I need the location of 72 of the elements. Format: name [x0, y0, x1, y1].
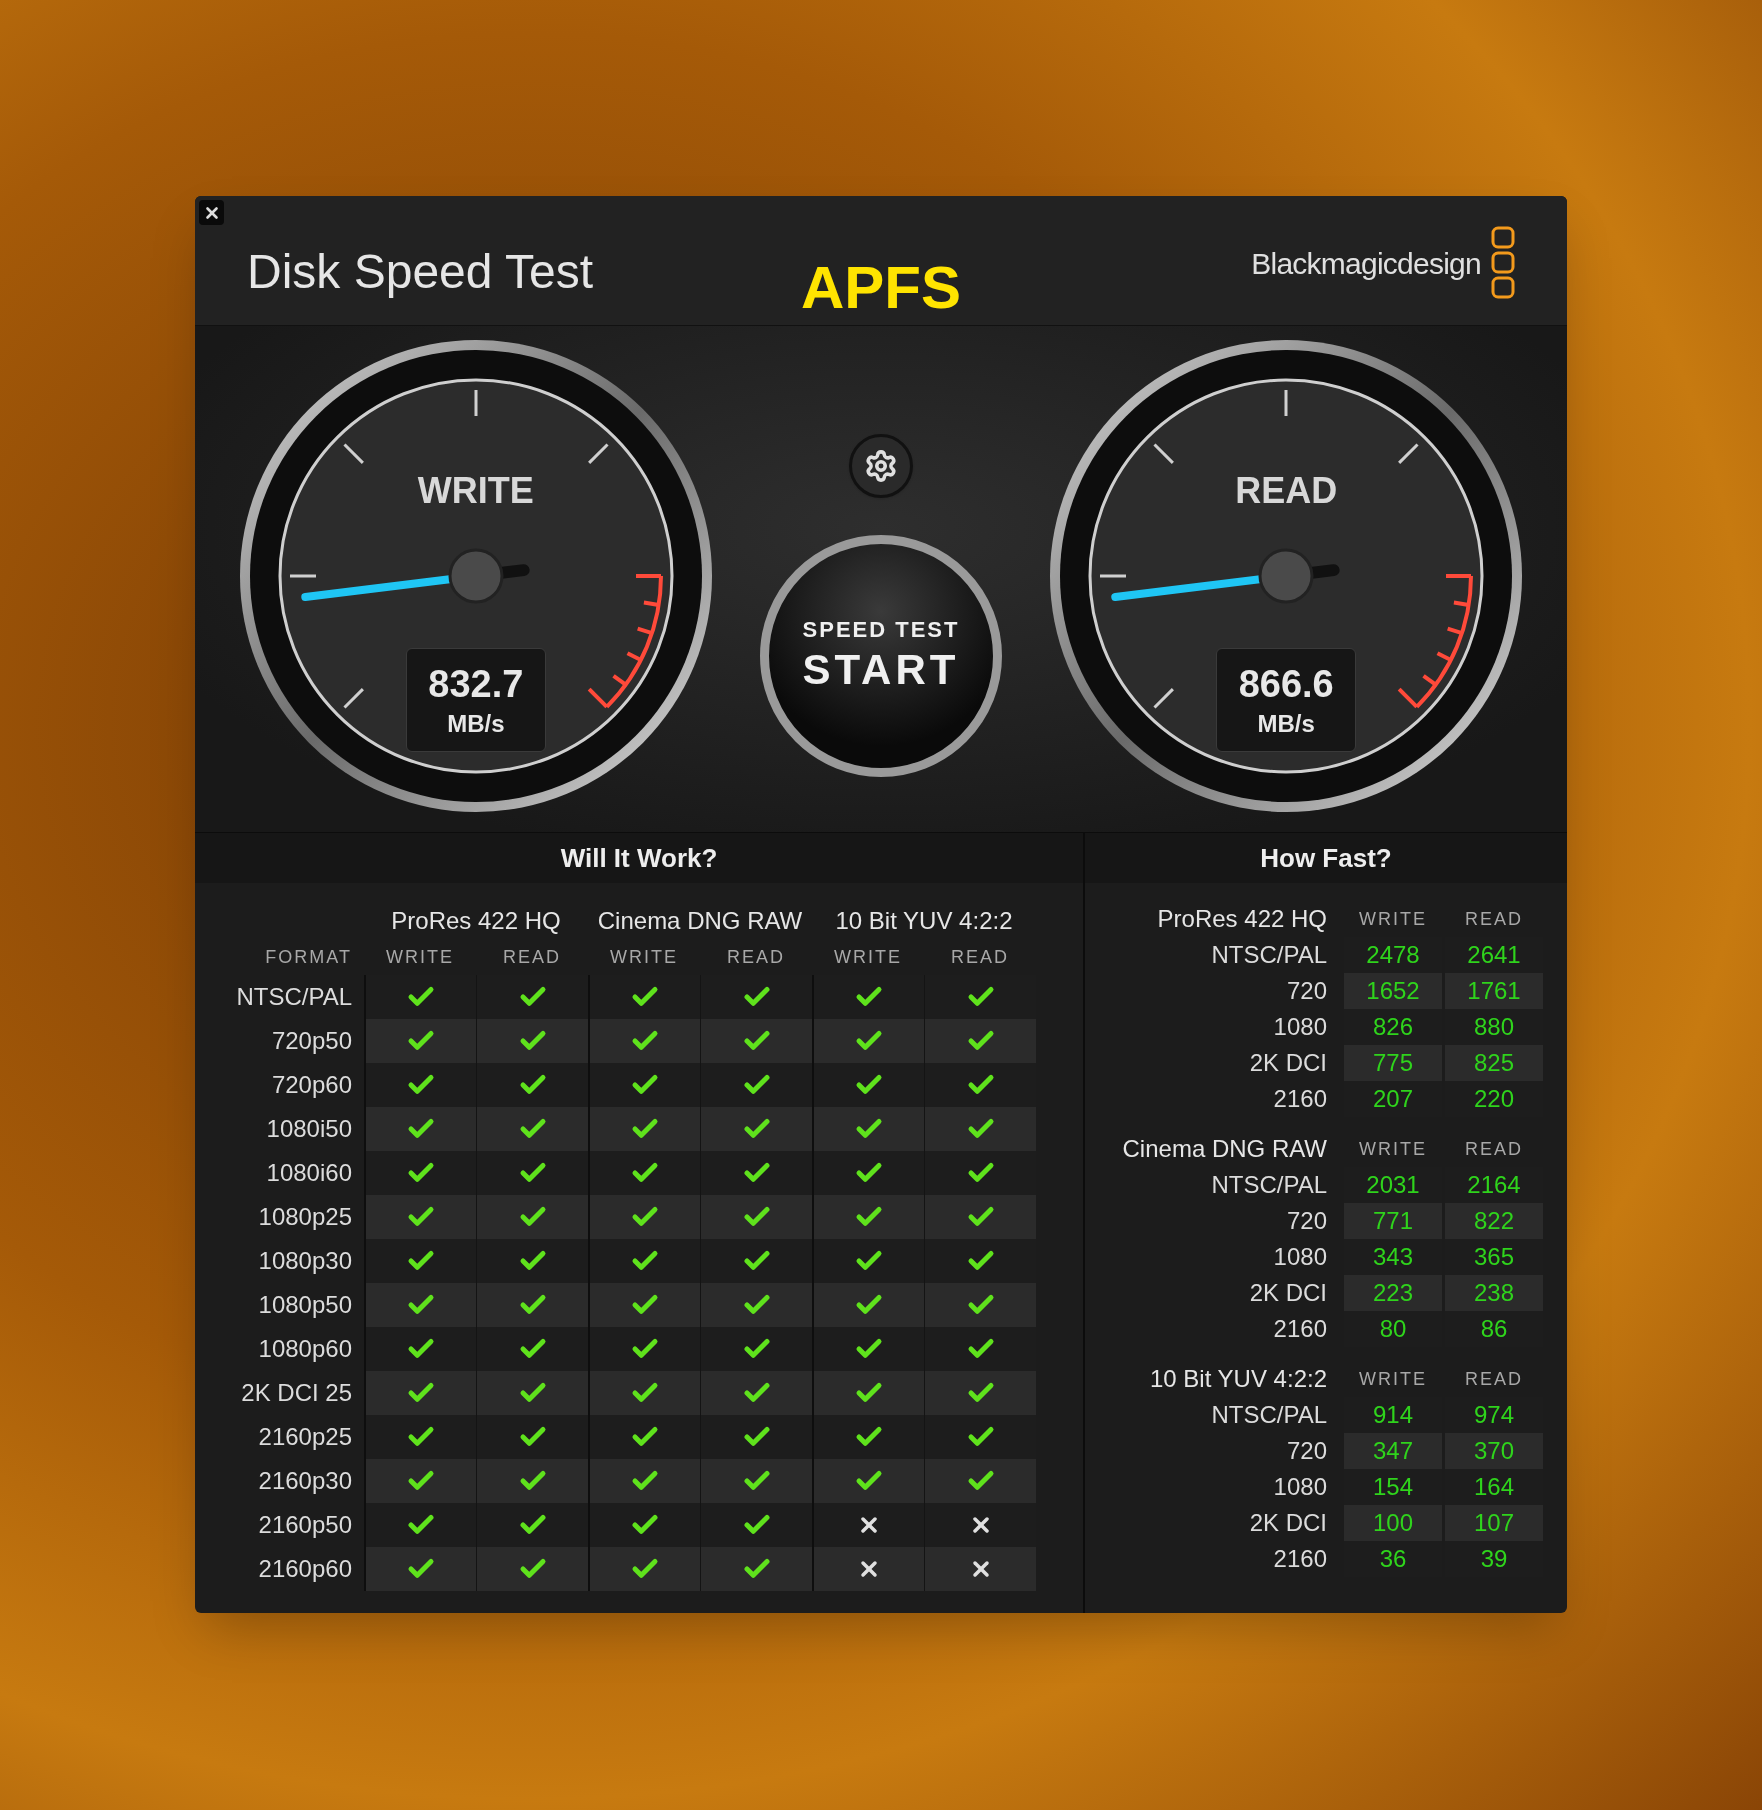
speed-cell: 1761 [1445, 973, 1543, 1009]
format-label: NTSC/PAL [1211, 940, 1327, 970]
speed-cell: 825 [1445, 1045, 1543, 1081]
group-title: 10 Bit YUV 4:2:2 [1150, 1364, 1327, 1394]
format-label: 1080p25 [258, 1202, 352, 1232]
format-label: 720 [1286, 1206, 1327, 1236]
app-title: Disk Speed Test [247, 244, 593, 300]
format-label: 1080 [1273, 1242, 1327, 1272]
format-label: 1080 [1273, 1012, 1327, 1042]
speed-cell: 238 [1445, 1275, 1543, 1311]
format-label: 2160p25 [258, 1422, 352, 1452]
column-header: READ [503, 945, 561, 969]
format-label: 720p60 [271, 1070, 352, 1100]
column-header: WRITE [1359, 907, 1427, 931]
column-header: WRITE [386, 945, 454, 969]
speed-cell: 771 [1344, 1203, 1442, 1239]
format-label: 2160 [1273, 1084, 1327, 1114]
format-label: 2160 [1273, 1314, 1327, 1344]
format-label: NTSC/PAL [236, 982, 352, 1012]
format-label: 720 [1286, 1436, 1327, 1466]
brand-name: Blackmagicdesign [1251, 245, 1481, 282]
format-label: 1080i60 [266, 1158, 352, 1188]
column-header: READ [951, 945, 1009, 969]
format-label: 2160p60 [258, 1554, 352, 1584]
column-header: READ [1465, 1367, 1523, 1391]
format-label: 1080i50 [266, 1114, 352, 1144]
gauge-label: WRITE [417, 469, 534, 513]
speed-cell: 1652 [1344, 973, 1442, 1009]
format-label: 2160p30 [258, 1466, 352, 1496]
format-label: 2160p50 [258, 1510, 352, 1540]
section-title: Will It Work? [560, 841, 718, 875]
column-header: WRITE [1359, 1367, 1427, 1391]
group-title: Cinema DNG RAW [1122, 1134, 1327, 1164]
format-label: 2160 [1273, 1544, 1327, 1574]
column-header: WRITE [610, 945, 678, 969]
column-header: READ [1465, 1137, 1523, 1161]
column-header: READ [727, 945, 785, 969]
format-label: 1080p60 [258, 1334, 352, 1364]
speed-value: 832.7 [428, 662, 524, 708]
speed-cell: 370 [1445, 1433, 1543, 1469]
speed-value: 866.6 [1238, 662, 1334, 708]
start-button[interactable]: SPEED TEST START [760, 535, 1002, 777]
speed-cell: 107 [1445, 1505, 1543, 1541]
speed-cell: 347 [1344, 1433, 1442, 1469]
format-label: 2K DCI [1249, 1508, 1327, 1538]
column-group-header: 10 Bit YUV 4:2:2 [835, 906, 1013, 936]
format-label: 1080p50 [258, 1290, 352, 1320]
group-title: ProRes 422 HQ [1157, 904, 1327, 934]
format-label: NTSC/PAL [1211, 1170, 1327, 1200]
volume-name: APFS [801, 258, 961, 318]
speed-cell: 822 [1445, 1203, 1543, 1239]
format-label: 720p50 [271, 1026, 352, 1056]
column-header: FORMAT [265, 945, 352, 969]
column-header: WRITE [834, 945, 902, 969]
format-label: 2K DCI [1249, 1278, 1327, 1308]
column-header: WRITE [1359, 1137, 1427, 1161]
format-label: 1080p30 [258, 1246, 352, 1276]
gauge-label: READ [1235, 469, 1338, 513]
format-label: 720 [1286, 976, 1327, 1006]
speed-cell: 100 [1344, 1505, 1442, 1541]
speed-unit: MB/s [1257, 708, 1315, 739]
column-group-header: ProRes 422 HQ [391, 906, 561, 936]
format-label: NTSC/PAL [1211, 1400, 1327, 1430]
speed-unit: MB/s [447, 708, 505, 739]
column-header: READ [1465, 907, 1523, 931]
column-group-header: Cinema DNG RAW [597, 906, 803, 936]
speed-cell: 775 [1344, 1045, 1442, 1081]
format-label: 2K DCI [1249, 1048, 1327, 1078]
speed-cell: 223 [1344, 1275, 1442, 1311]
format-label: 1080 [1273, 1472, 1327, 1502]
format-label: 2K DCI 25 [241, 1378, 352, 1408]
section-title: How Fast? [1260, 841, 1392, 875]
